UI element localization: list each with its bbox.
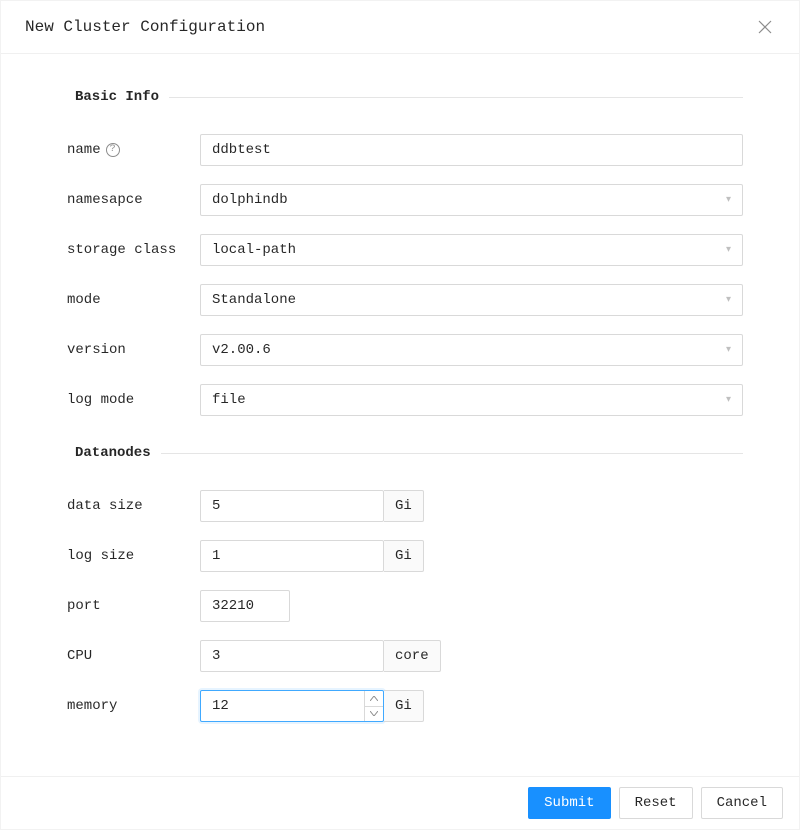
stepper	[364, 691, 383, 721]
section-title-datanodes: Datanodes	[63, 445, 161, 461]
field-log-mode: log mode file ▾	[25, 384, 743, 416]
field-label: storage class	[25, 242, 200, 258]
storage-class-select[interactable]: local-path ▾	[200, 234, 743, 266]
chevron-down-icon: ▾	[726, 344, 731, 356]
field-name: name ?	[25, 134, 743, 166]
name-input[interactable]	[200, 134, 743, 166]
port-input[interactable]	[200, 590, 290, 622]
cancel-button[interactable]: Cancel	[701, 787, 783, 819]
step-up-button[interactable]	[365, 691, 383, 707]
field-version: version v2.00.6 ▾	[25, 334, 743, 366]
section-basic-info: Basic Info name ? namesapce dolphindb ▾	[25, 78, 743, 416]
field-label: name ?	[25, 142, 200, 158]
field-label: log size	[25, 548, 200, 564]
submit-button[interactable]: Submit	[528, 787, 610, 819]
cpu-input[interactable]	[200, 640, 384, 672]
field-label: namesapce	[25, 192, 200, 208]
modal-title: New Cluster Configuration	[25, 18, 265, 36]
section-title-basic: Basic Info	[63, 89, 169, 105]
chevron-down-icon: ▾	[726, 194, 731, 206]
namespace-select[interactable]: dolphindb ▾	[200, 184, 743, 216]
chevron-up-icon	[370, 696, 378, 701]
modal-header: New Cluster Configuration	[1, 1, 799, 54]
addon-unit: core	[384, 640, 441, 672]
field-label: mode	[25, 292, 200, 308]
field-log-size: log size Gi	[25, 540, 743, 572]
field-data-size: data size Gi	[25, 490, 743, 522]
new-cluster-config-modal: New Cluster Configuration Basic Info nam…	[0, 0, 800, 830]
addon-unit: Gi	[384, 690, 424, 722]
field-label: port	[25, 598, 200, 614]
addon-unit: Gi	[384, 490, 424, 522]
close-button[interactable]	[755, 17, 775, 37]
addon-unit: Gi	[384, 540, 424, 572]
chevron-down-icon: ▾	[726, 294, 731, 306]
close-icon	[758, 20, 772, 34]
field-memory: memory	[25, 690, 743, 722]
log-mode-select[interactable]: file ▾	[200, 384, 743, 416]
field-label: CPU	[25, 648, 200, 664]
chevron-down-icon: ▾	[726, 244, 731, 256]
field-cpu: CPU core	[25, 640, 743, 672]
log-size-input[interactable]	[200, 540, 384, 572]
mode-select[interactable]: Standalone ▾	[200, 284, 743, 316]
section-divider: Basic Info	[25, 90, 743, 104]
reset-button[interactable]: Reset	[619, 787, 693, 819]
step-down-button[interactable]	[365, 707, 383, 722]
field-storage-class: storage class local-path ▾	[25, 234, 743, 266]
chevron-down-icon: ▾	[726, 394, 731, 406]
field-label: memory	[25, 698, 200, 714]
field-label: version	[25, 342, 200, 358]
field-namespace: namesapce dolphindb ▾	[25, 184, 743, 216]
section-divider: Datanodes	[25, 446, 743, 460]
help-icon[interactable]: ?	[106, 143, 120, 157]
section-datanodes: Datanodes data size Gi log size	[25, 446, 743, 722]
modal-footer: Submit Reset Cancel	[1, 776, 799, 829]
modal-body: Basic Info name ? namesapce dolphindb ▾	[1, 54, 799, 776]
data-size-input[interactable]	[200, 490, 384, 522]
chevron-down-icon	[370, 711, 378, 716]
field-label: log mode	[25, 392, 200, 408]
field-port: port	[25, 590, 743, 622]
memory-input[interactable]	[200, 690, 384, 722]
field-mode: mode Standalone ▾	[25, 284, 743, 316]
version-select[interactable]: v2.00.6 ▾	[200, 334, 743, 366]
field-label: data size	[25, 498, 200, 514]
